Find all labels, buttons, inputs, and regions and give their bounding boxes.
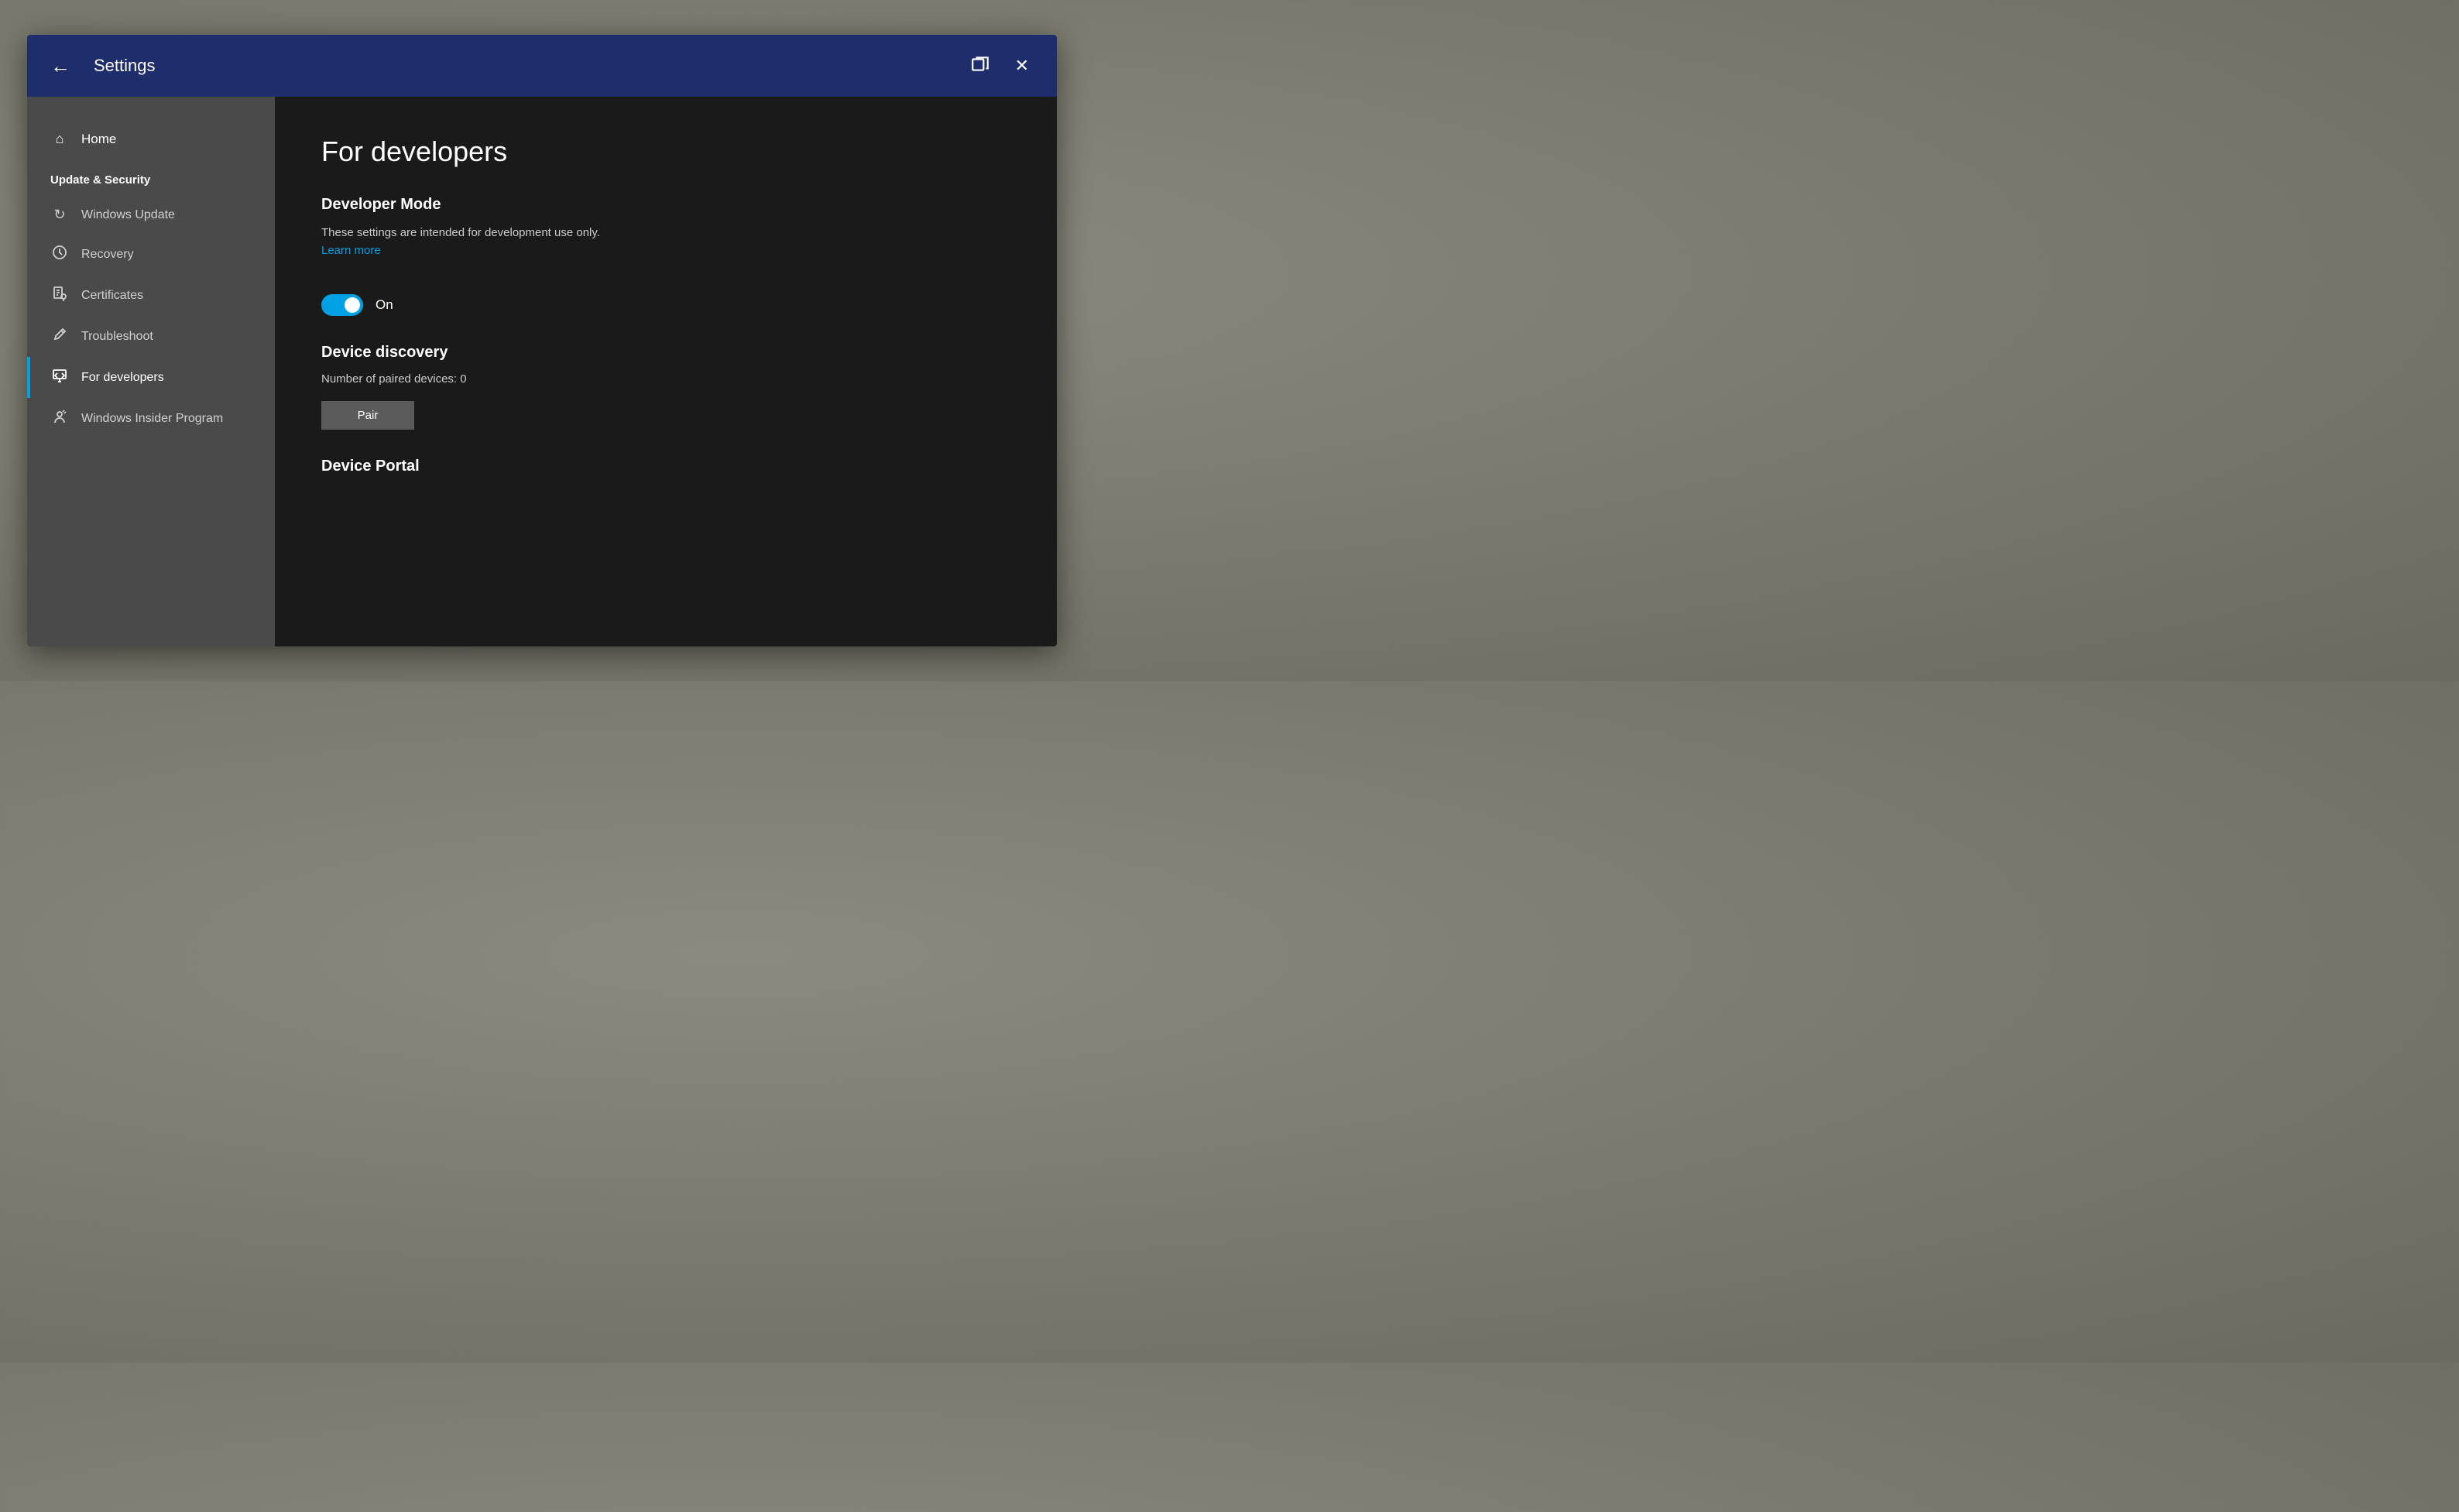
sidebar-item-certificates[interactable]: Certificates [27,275,275,316]
recovery-icon [50,245,69,264]
sidebar-section-label: Update & Security [27,158,275,196]
windows-insider-icon [50,409,69,428]
sidebar-item-label: Troubleshoot [81,330,153,344]
developer-mode-heading: Developer Mode [321,196,1010,214]
main-area: ⌂ Home Update & Security ↻ Windows Updat… [27,97,1057,646]
restore-icon [970,54,990,74]
title-bar: ← Settings ✕ [27,35,1057,97]
title-bar-actions: ✕ [965,50,1034,82]
learn-more-link[interactable]: Learn more [321,244,381,257]
sidebar-item-windows-update[interactable]: ↻ Windows Update [27,196,275,234]
restore-button[interactable] [965,50,995,82]
sidebar-item-label: For developers [81,371,164,385]
toggle-row: On [321,294,1010,316]
sidebar-item-for-developers[interactable]: For developers [27,357,275,398]
sidebar-home-label: Home [81,132,116,147]
paired-devices-text: Number of paired devices: 0 [321,372,1010,386]
sidebar-item-label: Windows Insider Program [81,412,223,426]
developer-mode-toggle[interactable] [321,294,363,316]
sidebar-item-troubleshoot[interactable]: Troubleshoot [27,316,275,357]
sidebar-item-windows-insider[interactable]: Windows Insider Program [27,398,275,439]
sidebar-item-home[interactable]: ⌂ Home [27,120,275,158]
sidebar: ⌂ Home Update & Security ↻ Windows Updat… [27,97,275,646]
sidebar-item-recovery[interactable]: Recovery [27,234,275,275]
home-icon: ⌂ [50,131,69,147]
settings-window: ← Settings ✕ ⌂ Home Update & Security ↻ [27,35,1057,646]
sidebar-item-label: Certificates [81,289,143,303]
for-developers-icon [50,368,69,387]
toggle-track [321,294,363,316]
toggle-state-label: On [376,297,393,313]
device-discovery-heading: Device discovery [321,344,1010,362]
page-title: For developers [321,135,1010,168]
close-button[interactable]: ✕ [1010,53,1034,79]
troubleshoot-icon [50,327,69,346]
device-portal-section: Device Portal [321,458,1010,475]
content-area: For developers Developer Mode These sett… [275,97,1057,646]
toggle-thumb [345,297,360,313]
device-portal-heading: Device Portal [321,458,1010,475]
window-title: Settings [94,56,965,76]
developer-mode-desc: These settings are intended for developm… [321,226,1010,239]
windows-update-icon: ↻ [50,207,69,223]
certificates-icon [50,286,69,305]
sidebar-item-label: Windows Update [81,208,175,222]
back-button[interactable]: ← [50,56,70,76]
device-discovery-section: Device discovery Number of paired device… [321,344,1010,430]
developer-mode-section: Developer Mode These settings are intend… [321,196,1010,316]
pair-button[interactable]: Pair [321,401,414,430]
sidebar-item-label: Recovery [81,248,134,262]
